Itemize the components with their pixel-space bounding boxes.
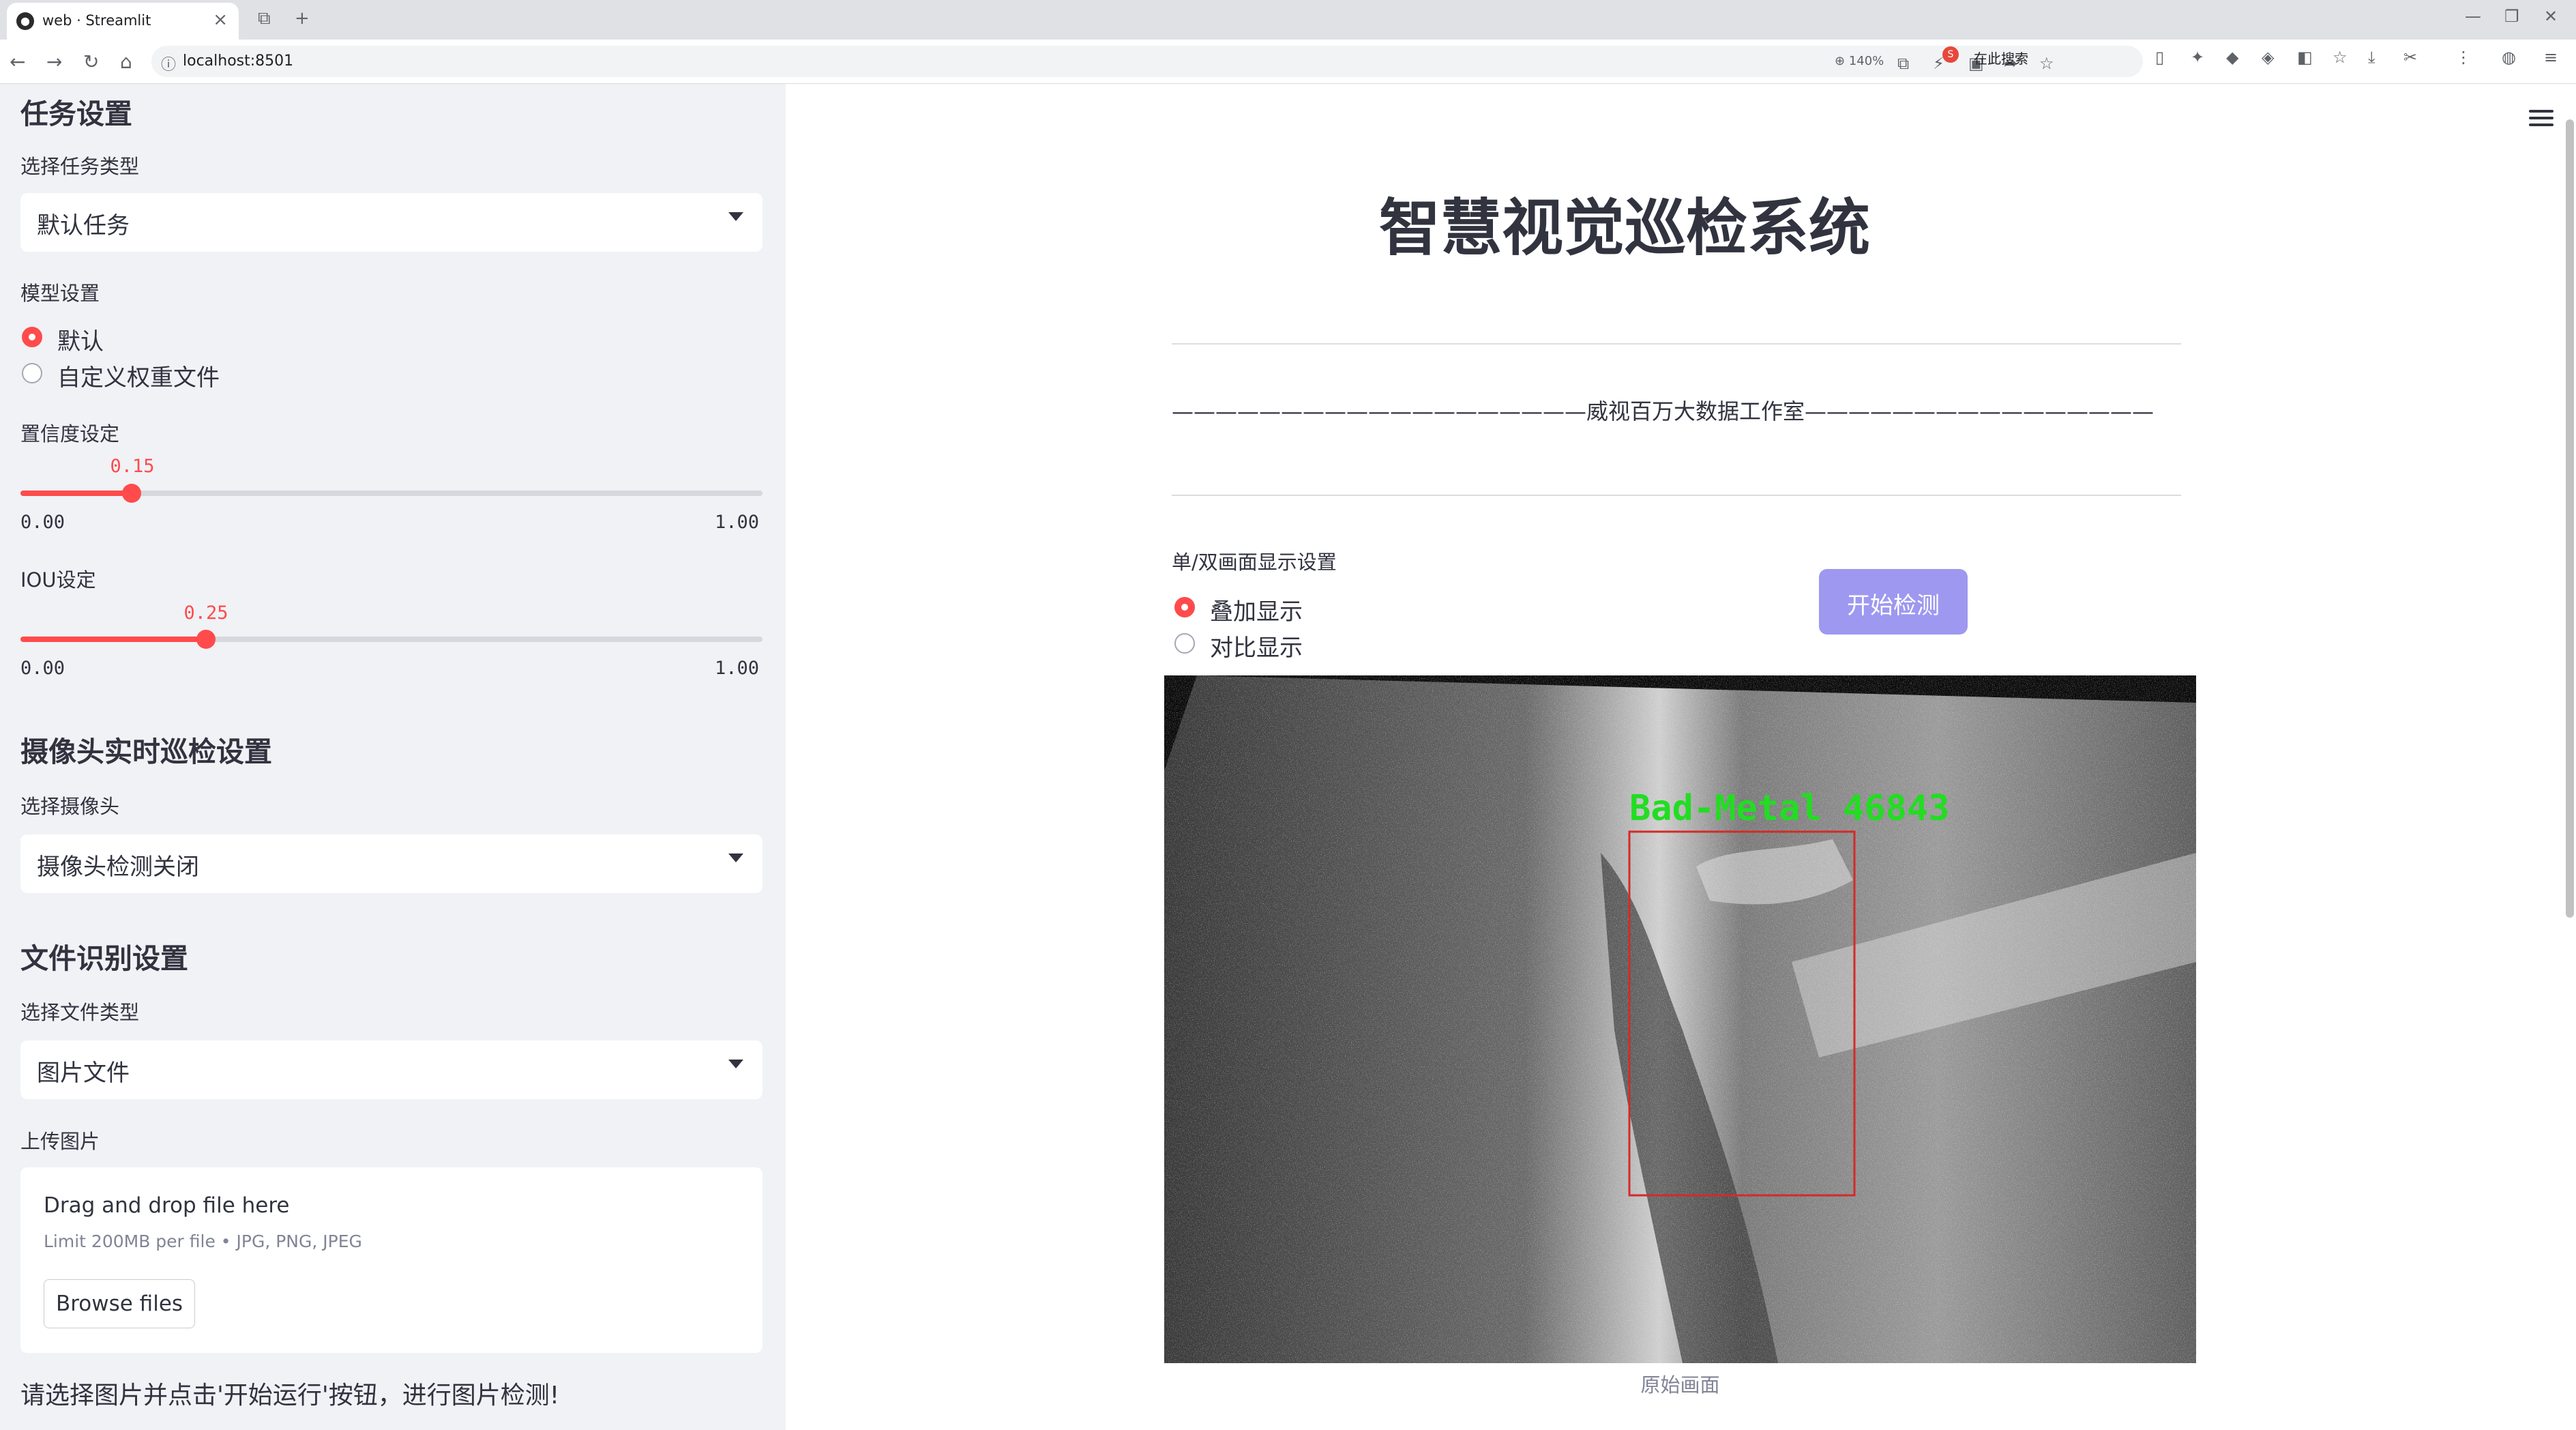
- browser-menu-icon[interactable]: ≡: [2544, 48, 2558, 67]
- tab-title: web · Streamlit: [42, 12, 151, 29]
- sidebar-info-text: 请选择图片并点击'开始运行'按钮，进行图片检测!: [20, 1382, 560, 1410]
- tab-group-icon[interactable]: ⧉: [258, 8, 271, 29]
- task-type-value: 默认任务: [37, 212, 130, 239]
- confidence-slider[interactable]: [20, 484, 763, 503]
- file-uploader-dropzone[interactable]: Drag and drop file here Limit 200MB per …: [20, 1167, 763, 1353]
- display-option-label: 叠加显示: [1210, 598, 1303, 626]
- close-tab-icon[interactable]: ×: [213, 10, 228, 30]
- upload-limit: Limit 200MB per file • JPG, PNG, JPEG: [44, 1231, 362, 1251]
- upload-title: Drag and drop file here: [44, 1193, 290, 1218]
- radio-unselected-icon[interactable]: [22, 363, 42, 383]
- chevron-down-icon: [728, 853, 743, 862]
- main-content: 智慧视觉巡检系统 ———————————————————威视百万大数据工作室——…: [786, 84, 2576, 1430]
- camera-select[interactable]: 摄像头检测关闭: [20, 834, 763, 893]
- camera-value: 摄像头检测关闭: [37, 853, 199, 881]
- tools-icon[interactable]: ✂: [2403, 48, 2417, 67]
- detection-label: Bad-Metal 46843: [1629, 788, 1950, 829]
- detection-image: Bad-Metal 46843: [1164, 675, 2196, 1363]
- start-detection-label: 开始检测: [1847, 592, 1940, 619]
- confidence-label: 置信度设定: [20, 422, 120, 446]
- divider: [1172, 495, 2181, 496]
- confidence-slider-fill: [20, 491, 132, 496]
- start-detection-button[interactable]: 开始检测: [1819, 569, 1968, 634]
- iou-value: 0.25: [183, 602, 228, 624]
- page-subtitle: ———————————————————威视百万大数据工作室———————————…: [1172, 398, 2154, 424]
- iou-slider-fill: [20, 637, 206, 642]
- file-type-value: 图片文件: [37, 1060, 130, 1087]
- camera-label: 选择摄像头: [20, 795, 120, 818]
- zoom-icon: ⊕: [1835, 54, 1846, 68]
- iou-min: 0.00: [20, 658, 65, 679]
- file-type-label: 选择文件类型: [20, 1001, 140, 1024]
- model-settings-label: 模型设置: [20, 282, 100, 305]
- search-engine-icon[interactable]: S: [1942, 46, 1959, 63]
- task-settings-header: 任务设置: [20, 98, 132, 130]
- download-icon[interactable]: ⤓: [2368, 48, 2375, 67]
- task-type-select[interactable]: 默认任务: [20, 193, 763, 252]
- divider: [1172, 343, 2181, 345]
- browser-tab-bar: ● web · Streamlit × ⧉ + — ❐ ✕: [0, 0, 2576, 40]
- home-icon[interactable]: ⌂: [120, 50, 132, 73]
- reading-icon[interactable]: ▯: [2155, 48, 2164, 67]
- extension-icon[interactable]: ◈: [2262, 48, 2274, 67]
- site-info-icon[interactable]: ⓘ: [161, 53, 176, 74]
- new-tab-icon[interactable]: +: [295, 8, 310, 29]
- detection-image-svg: Bad-Metal 46843: [1164, 675, 2196, 1363]
- zoom-level[interactable]: ⊕ 140%: [1835, 54, 1884, 68]
- radio-selected-icon[interactable]: [1174, 597, 1195, 617]
- page-title: 智慧视觉巡检系统: [1379, 192, 1870, 264]
- scrollbar[interactable]: [2566, 119, 2574, 918]
- extension-icon[interactable]: ✦: [2191, 48, 2204, 67]
- url-text: localhost:8501: [183, 53, 294, 70]
- restore-icon[interactable]: ❐: [2504, 7, 2519, 26]
- confidence-max: 1.00: [715, 512, 760, 533]
- iou-max: 1.00: [715, 658, 760, 679]
- chevron-down-icon: [728, 212, 743, 221]
- streamlit-favicon-icon: ●: [16, 12, 34, 30]
- browse-files-label: Browse files: [55, 1292, 183, 1316]
- confidence-slider-thumb[interactable]: [122, 484, 142, 503]
- browser-tab[interactable]: ● web · Streamlit ×: [7, 3, 239, 40]
- upload-label: 上传图片: [20, 1130, 100, 1153]
- confidence-value: 0.15: [110, 456, 155, 477]
- browse-files-button[interactable]: Browse files: [44, 1279, 195, 1328]
- iou-slider[interactable]: [20, 630, 763, 649]
- close-window-icon[interactable]: ✕: [2544, 7, 2558, 26]
- minimize-icon[interactable]: —: [2465, 7, 2481, 26]
- image-caption: 原始画面: [1640, 1373, 1720, 1397]
- iou-slider-thumb[interactable]: [196, 630, 216, 649]
- profile-avatar[interactable]: ◍: [2502, 48, 2516, 67]
- reload-icon[interactable]: ↻: [83, 50, 99, 73]
- radio-selected-icon[interactable]: [22, 327, 42, 347]
- chevron-down-icon: [728, 1060, 743, 1068]
- sidebar: 任务设置 选择任务类型 默认任务 模型设置 默认 自定义权重文件 置信度设定 0…: [0, 84, 786, 1430]
- address-bar-row: ← → ↻ ⌂ ⓘ localhost:8501 ⊕ 140% ⧉ ⚡ ▣ ➦ …: [0, 40, 2576, 84]
- back-icon[interactable]: ←: [10, 50, 25, 73]
- browser-search-placeholder: 在此搜索: [1974, 50, 2028, 67]
- model-option-label: 自定义权重文件: [57, 364, 220, 392]
- file-settings-header: 文件识别设置: [20, 942, 188, 975]
- more-icon[interactable]: ⋮: [2455, 48, 2472, 67]
- translate-icon[interactable]: ⧉: [1897, 54, 1909, 73]
- zoom-value: 140%: [1848, 54, 1884, 68]
- iou-label: IOU设定: [20, 568, 96, 592]
- task-type-label: 选择任务类型: [20, 155, 140, 178]
- browser-search-box[interactable]: S 在此搜索: [1936, 44, 2140, 67]
- display-option-label: 对比显示: [1210, 634, 1303, 662]
- forward-icon[interactable]: →: [46, 50, 62, 73]
- model-option-label: 默认: [57, 328, 104, 355]
- address-input[interactable]: ⓘ localhost:8501 ⊕ 140% ⧉ ⚡ ▣ ➦ ☆: [151, 46, 2143, 77]
- favorites-icon[interactable]: ☆: [2333, 48, 2348, 67]
- camera-settings-header: 摄像头实时巡检设置: [20, 735, 272, 768]
- extension-icon[interactable]: ◧: [2297, 48, 2313, 67]
- extension-icon[interactable]: ◆: [2226, 48, 2238, 67]
- confidence-min: 0.00: [20, 512, 65, 533]
- display-mode-label: 单/双画面显示设置: [1172, 551, 1337, 574]
- app-menu-icon[interactable]: [2529, 110, 2553, 129]
- radio-unselected-icon[interactable]: [1174, 633, 1195, 654]
- file-type-select[interactable]: 图片文件: [20, 1040, 763, 1099]
